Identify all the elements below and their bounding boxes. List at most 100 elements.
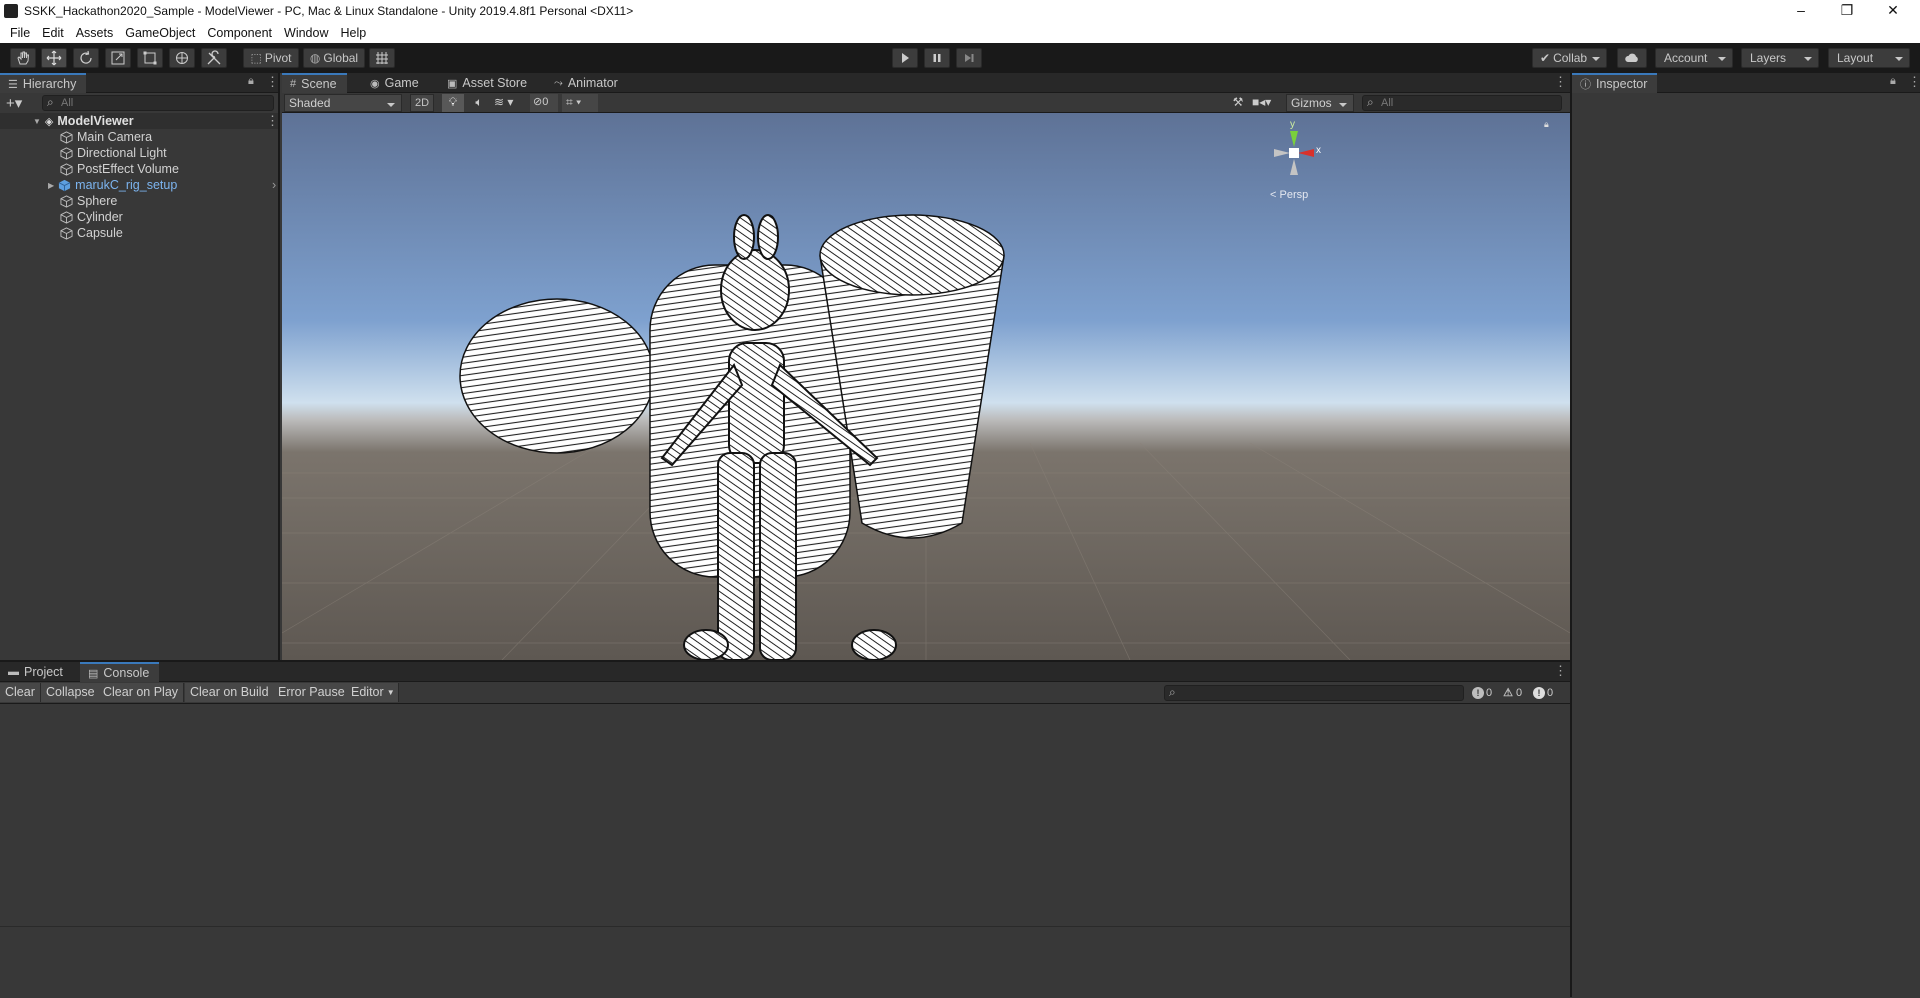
- pivot-toggle[interactable]: ⬚ Pivot: [243, 48, 299, 68]
- error-count-toggle[interactable]: ! 0: [1533, 685, 1553, 701]
- custom-tool-icon[interactable]: [201, 48, 227, 68]
- clear-on-play-button[interactable]: Clear on Play: [98, 683, 185, 702]
- restore-button[interactable]: ❐: [1824, 0, 1870, 22]
- move-tool-icon[interactable]: [41, 48, 67, 68]
- effects-dropdown-icon[interactable]: ≋ ▾: [494, 94, 524, 112]
- tab-animator[interactable]: ⤳ Animator: [546, 73, 628, 93]
- error-count: 0: [1547, 687, 1554, 699]
- console-tab-label: Console: [103, 666, 150, 680]
- console-options-icon[interactable]: ⋮: [1554, 664, 1567, 677]
- minimize-button[interactable]: –: [1778, 0, 1824, 22]
- scale-tool-icon[interactable]: [105, 48, 131, 68]
- console-icon: ▤: [88, 667, 99, 680]
- tab-scene[interactable]: # Scene: [282, 73, 347, 93]
- menu-gameobject[interactable]: GameObject: [119, 26, 201, 40]
- more-options-icon[interactable]: ⋮: [266, 75, 279, 88]
- hierarchy-item-label: Capsule: [77, 226, 123, 240]
- camera-settings-icon[interactable]: ■◂▾: [1252, 94, 1282, 112]
- create-add-icon[interactable]: +▾: [6, 94, 22, 112]
- shading-mode-dropdown[interactable]: Shaded: [284, 94, 402, 112]
- lock-icon[interactable]: 🔒︎: [248, 75, 254, 88]
- play-button[interactable]: [892, 48, 918, 68]
- grid-dropdown-icon[interactable]: ⌗ ▾: [562, 94, 598, 112]
- pivot-icon: ⬚: [250, 51, 262, 65]
- shading-mode-label: Shaded: [289, 96, 331, 110]
- tab-game[interactable]: ◉ Game: [362, 73, 429, 93]
- projection-label[interactable]: < Persp: [1270, 189, 1308, 201]
- gameobject-cube-icon: [60, 194, 73, 208]
- audio-toggle-icon[interactable]: 🔈︎: [468, 94, 490, 112]
- prefab-open-arrow-icon[interactable]: ›: [272, 178, 276, 192]
- grid-snap-icon[interactable]: [369, 48, 395, 68]
- inspector-lock-icon[interactable]: 🔒︎: [1890, 75, 1896, 88]
- hand-tool-icon[interactable]: [10, 48, 36, 68]
- orientation-gizmo[interactable]: y x < Persp: [1262, 119, 1326, 209]
- tab-asset-store[interactable]: ▣ Asset Store: [439, 73, 537, 93]
- scene-viewport[interactable]: y x < Persp 🔒︎: [282, 113, 1570, 660]
- gizmos-dropdown[interactable]: Gizmos: [1286, 94, 1354, 112]
- console-log-list[interactable]: [0, 704, 1570, 927]
- cloud-icon[interactable]: [1617, 48, 1647, 68]
- menu-file[interactable]: File: [4, 26, 36, 40]
- editor-dropdown[interactable]: Editor ▼: [346, 683, 399, 702]
- scene-grid-icon: #: [290, 78, 297, 90]
- step-button[interactable]: [956, 48, 982, 68]
- tab-inspector[interactable]: ⓘ Inspector: [1572, 73, 1658, 93]
- collapse-button[interactable]: Collapse: [41, 683, 101, 702]
- store-bag-icon: ▣: [447, 77, 458, 90]
- menu-window[interactable]: Window: [278, 26, 334, 40]
- layout-dropdown[interactable]: Layout: [1828, 48, 1910, 68]
- tab-project[interactable]: ▬ Project: [0, 662, 73, 682]
- sphere-object[interactable]: [459, 298, 655, 454]
- hierarchy-item-label: PostEffect Volume: [77, 162, 179, 176]
- scene-options-icon[interactable]: ⋮: [1554, 75, 1567, 88]
- rect-tool-icon[interactable]: [137, 48, 163, 68]
- scene-options-icon[interactable]: ⋮: [266, 114, 279, 127]
- error-pause-button[interactable]: Error Pause: [273, 683, 351, 702]
- console-toolbar: Clear Collapse Clear on Play Clear on Bu…: [0, 682, 1570, 704]
- layers-dropdown[interactable]: Layers: [1741, 48, 1819, 68]
- menu-assets[interactable]: Assets: [70, 26, 120, 40]
- close-button[interactable]: ✕: [1870, 0, 1916, 22]
- warning-count-toggle[interactable]: ⚠ 0: [1502, 685, 1522, 701]
- global-label: Global: [323, 51, 359, 65]
- scene-root-row[interactable]: ▼ ◈ ModelViewer ⋮: [0, 113, 279, 129]
- menu-help[interactable]: Help: [334, 26, 372, 40]
- console-search-input[interactable]: [1164, 685, 1464, 701]
- tools-settings-icon[interactable]: ⚒: [1228, 94, 1248, 112]
- tab-hierarchy[interactable]: ☰ Hierarchy: [0, 73, 87, 93]
- clear-on-build-button[interactable]: Clear on Build: [185, 683, 275, 702]
- lighting-toggle-icon[interactable]: 💡︎: [442, 94, 464, 112]
- hierarchy-search-input[interactable]: All: [42, 95, 274, 111]
- list-icon: ☰: [8, 78, 18, 91]
- hierarchy-panel: ☰ Hierarchy 🔒︎ ⋮ +▾ All ▼ ◈ ModelViewer …: [0, 73, 280, 660]
- rotate-tool-icon[interactable]: [73, 48, 99, 68]
- account-dropdown[interactable]: Account: [1655, 48, 1733, 68]
- collapsed-arrow-icon[interactable]: ▶: [48, 181, 54, 190]
- animator-icon: ⤳: [554, 76, 563, 89]
- log-count-toggle[interactable]: ! 0: [1472, 685, 1492, 701]
- toggle-2d-button[interactable]: 2D: [410, 94, 434, 112]
- pause-button[interactable]: [924, 48, 950, 68]
- transform-tool-icon[interactable]: [169, 48, 195, 68]
- menu-edit[interactable]: Edit: [36, 26, 70, 40]
- console-detail-area[interactable]: [0, 928, 1570, 998]
- main-toolbar: ⬚ Pivot ◍ Global ✔ Collab Account Layers…: [0, 43, 1920, 73]
- expand-arrow-icon[interactable]: ▼: [33, 117, 41, 126]
- scene-panel: # Scene ◉ Game ▣ Asset Store ⤳ Animator …: [282, 73, 1570, 660]
- global-toggle[interactable]: ◍ Global: [303, 48, 365, 68]
- clear-button[interactable]: Clear: [0, 683, 41, 702]
- menu-component[interactable]: Component: [201, 26, 278, 40]
- collab-label: Collab: [1553, 51, 1588, 65]
- hidden-objects-toggle[interactable]: ⊘0: [530, 94, 558, 112]
- inspector-options-icon[interactable]: ⋮: [1908, 75, 1920, 88]
- hierarchy-header: ☰ Hierarchy 🔒︎ ⋮: [0, 73, 279, 93]
- gameobject-cube-icon: [60, 162, 73, 176]
- tab-console[interactable]: ▤ Console: [80, 662, 160, 682]
- scene-search-input[interactable]: All: [1362, 95, 1562, 111]
- gizmo-lock-icon[interactable]: 🔒︎: [1544, 119, 1549, 130]
- layout-label: Layout: [1837, 51, 1874, 65]
- collab-dropdown[interactable]: ✔ Collab: [1532, 48, 1607, 68]
- info-log-icon: !: [1472, 687, 1484, 699]
- game-tab-label: Game: [384, 76, 419, 90]
